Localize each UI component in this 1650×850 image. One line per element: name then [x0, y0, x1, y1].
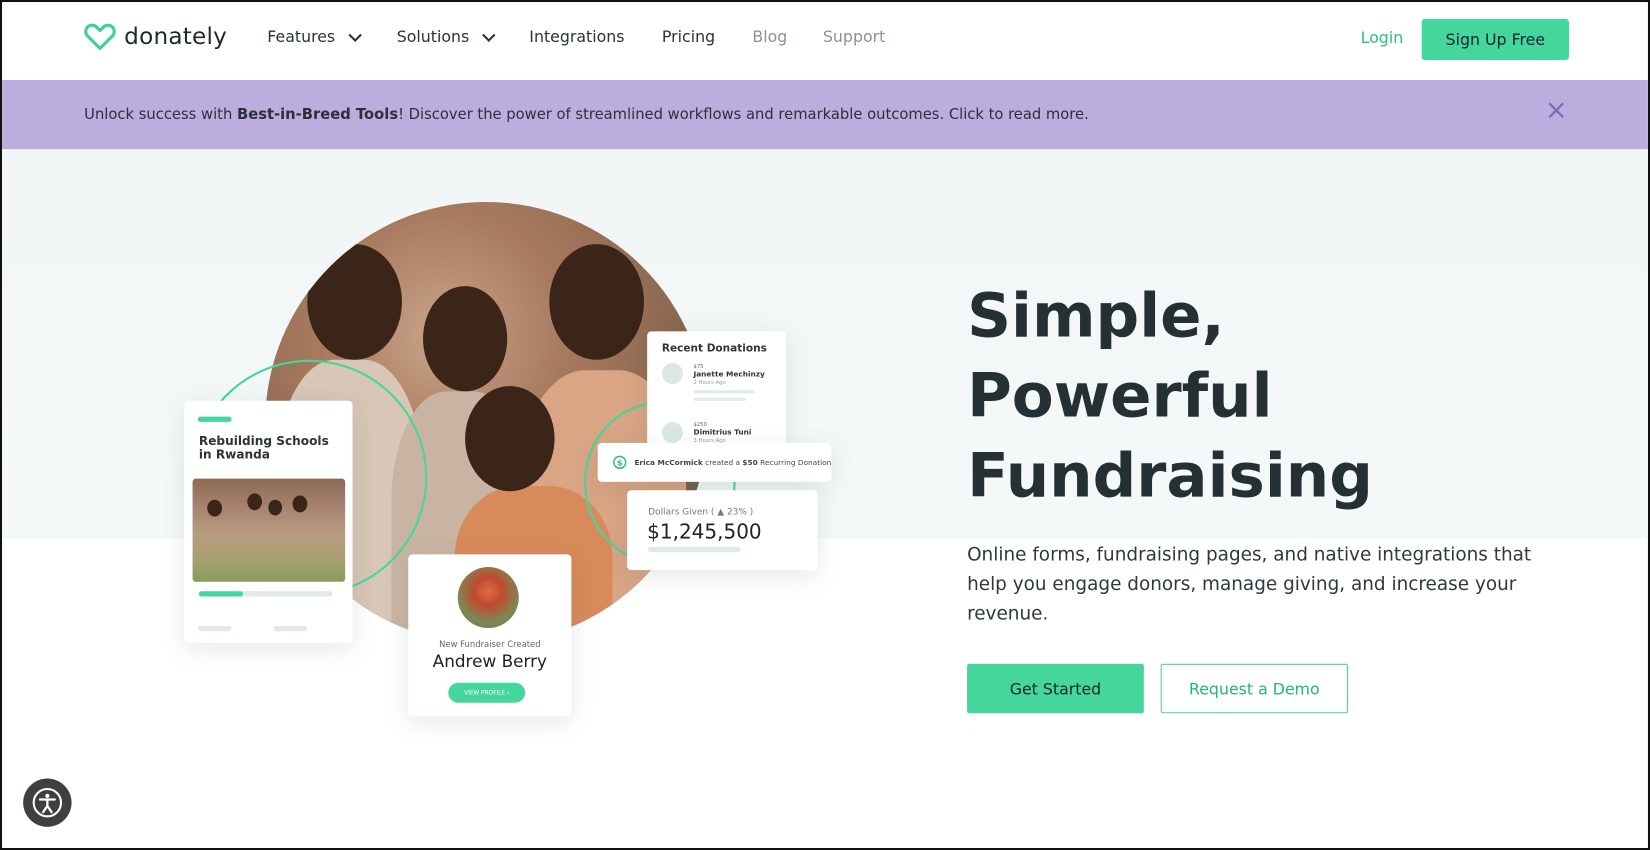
accessibility-icon [32, 787, 63, 818]
campaign-card[interactable]: Rebuilding Schools in Rwanda [184, 400, 353, 643]
donor-name: Janette Mechinzy [693, 370, 765, 379]
fundraiser-caption: New Fundraiser Created [439, 639, 541, 650]
hero-title: Simple, Powerful Fundraising [967, 276, 1373, 516]
campaign-image [192, 478, 346, 582]
nav-pricing[interactable]: Pricing [662, 27, 715, 46]
fundraiser-card[interactable]: New Fundraiser Created Andrew Berry VIEW… [408, 554, 572, 717]
donor-name: Dimitrius Tuni [693, 428, 752, 437]
fundraiser-name: Andrew Berry [432, 651, 548, 672]
nav-blog[interactable]: Blog [752, 27, 787, 46]
view-profile-button[interactable]: VIEW PROFILE › [448, 682, 526, 703]
request-demo-button[interactable]: Request a Demo [1160, 663, 1348, 714]
banner-bold: Best-in-Breed Tools [236, 106, 399, 124]
close-icon[interactable]: × [1545, 97, 1568, 124]
dollar-circle-icon: $ [613, 455, 627, 470]
dollars-given-card: Dollars Given ( ▲ 23% ) $1,245,500 [627, 490, 818, 571]
notification-tail: Recurring Donation [757, 458, 832, 467]
get-started-button[interactable]: Get Started [967, 663, 1144, 714]
notification-mid: created a [702, 458, 743, 467]
title-line: Simple, [967, 279, 1225, 352]
nav-features-label: Features [267, 27, 336, 47]
nav-features[interactable]: Features [267, 27, 362, 47]
chevron-down-icon [347, 28, 362, 42]
campaign-title: Rebuilding Schools in Rwanda [198, 433, 329, 462]
donation-time: 2 Hours Ago [693, 379, 726, 387]
placeholder-bar [197, 625, 232, 632]
donor-avatar [661, 421, 683, 443]
stats-value: $1,245,500 [647, 520, 762, 544]
banner-prefix: Unlock success with [84, 106, 237, 124]
login-link[interactable]: Login [1361, 28, 1404, 47]
recent-title: Recent Donations [661, 342, 767, 355]
fundraiser-avatar [457, 567, 519, 629]
banner-suffix: ! Discover the power of streamlined work… [398, 106, 1089, 124]
signup-button[interactable]: Sign Up Free [1421, 18, 1569, 60]
title-line: Powerful [967, 359, 1273, 432]
logo-text: donately [124, 23, 228, 50]
banner-text: Unlock success with Best-in-Breed Tools!… [84, 106, 1089, 123]
recent-donations-card: Recent Donations $75 Janette Mechinzy 2 … [647, 331, 787, 448]
title-line: Fundraising [967, 439, 1373, 512]
donation-notification: $ Erica McCormick created a $50 Recurrin… [597, 442, 832, 482]
nav-solutions[interactable]: Solutions [396, 27, 496, 47]
placeholder-bar [273, 625, 308, 632]
accessibility-button[interactable] [23, 778, 72, 827]
donor-avatar [661, 362, 683, 384]
top-nav: donately Features Solutions Integrations… [2, 2, 1648, 80]
svg-text:$: $ [617, 458, 623, 468]
hero-subtitle: Online forms, fundraising pages, and nat… [967, 544, 1532, 625]
accent-bar [197, 416, 232, 422]
nav-solutions-label: Solutions [396, 27, 470, 47]
heart-logo-icon [84, 23, 116, 50]
notification-amount: $50 [742, 458, 758, 467]
nav-integrations[interactable]: Integrations [529, 27, 624, 46]
logo[interactable]: donately [84, 23, 227, 50]
nav-support[interactable]: Support [823, 27, 885, 46]
promo-banner[interactable]: Unlock success with Best-in-Breed Tools!… [2, 79, 1648, 150]
stats-label: Dollars Given ( ▲ 23% ) [648, 507, 754, 518]
chevron-down-icon [482, 28, 496, 42]
progress-fill [198, 591, 243, 597]
page: donately Features Solutions Integrations… [0, 0, 1650, 850]
notification-name: Erica McCormick [634, 458, 703, 467]
